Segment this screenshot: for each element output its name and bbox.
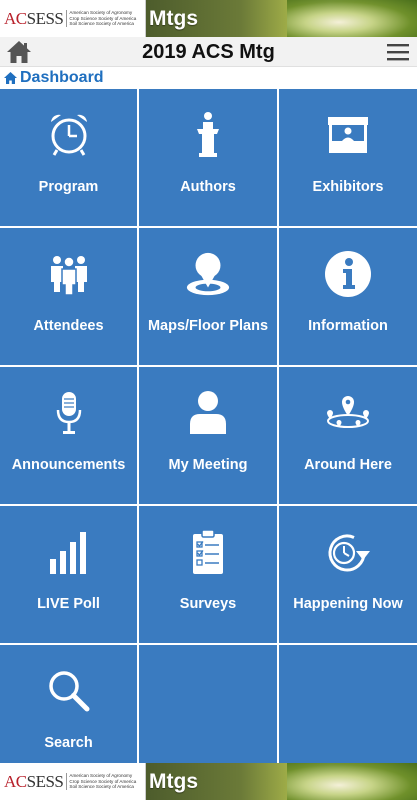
home-icon bbox=[4, 72, 17, 84]
tile-label: Around Here bbox=[304, 457, 392, 473]
app-header: 2019 ACS Mtg bbox=[0, 37, 417, 67]
empty-tile bbox=[279, 645, 417, 782]
tile-around-here[interactable]: Around Here bbox=[279, 367, 417, 504]
acsess-logo: ACSESS American Society of Agronomy Crop… bbox=[0, 0, 146, 37]
acsess-logo: ACSESS American Society of Agronomy Crop… bbox=[0, 763, 146, 800]
tile-label: Information bbox=[308, 318, 388, 334]
logo-word-rest: SESS bbox=[26, 9, 64, 28]
podium-speaker-icon bbox=[197, 112, 219, 157]
logo-line: Soil Science Society of America bbox=[69, 21, 134, 27]
tile-label: My Meeting bbox=[168, 457, 248, 473]
tile-search[interactable]: Search bbox=[0, 645, 137, 782]
dashboard-grid: Program Authors Exhibitors Attendees Map… bbox=[0, 89, 417, 782]
logo-society-list: American Society of Agronomy Crop Scienc… bbox=[66, 10, 136, 27]
tile-label: Exhibitors bbox=[312, 179, 384, 195]
tile-program[interactable]: Program bbox=[0, 89, 137, 226]
tile-authors[interactable]: Authors bbox=[139, 89, 277, 226]
breadcrumb[interactable]: Dashboard bbox=[0, 67, 417, 89]
map-pin-icon bbox=[186, 252, 230, 296]
tile-information[interactable]: Information bbox=[279, 228, 417, 365]
banner-title-area: Mtgs bbox=[146, 0, 417, 37]
tile-label: Attendees bbox=[33, 318, 104, 334]
tile-happening-now[interactable]: Happening Now bbox=[279, 506, 417, 643]
tile-maps-floor-plans[interactable]: Maps/Floor Plans bbox=[139, 228, 277, 365]
bottom-banner: ACSESS American Society of Agronomy Crop… bbox=[0, 763, 417, 800]
logo-line: Soil Science Society of America bbox=[69, 784, 134, 790]
banner-title-area: Mtgs bbox=[146, 763, 417, 800]
search-icon bbox=[48, 671, 89, 712]
group-people-icon bbox=[50, 256, 87, 296]
nearby-location-icon bbox=[327, 396, 369, 428]
tile-label: Program bbox=[38, 179, 99, 195]
logo-society-list: American Society of Agronomy Crop Scienc… bbox=[66, 773, 136, 790]
microphone-icon bbox=[56, 392, 81, 434]
logo-word-rest: SESS bbox=[26, 772, 64, 791]
tile-live-poll[interactable]: LIVE Poll bbox=[0, 506, 137, 643]
page-title: 2019 ACS Mtg bbox=[142, 41, 275, 63]
tile-label: LIVE Poll bbox=[37, 596, 100, 612]
booth-icon bbox=[328, 117, 368, 153]
logo-word-red: AC bbox=[4, 772, 27, 791]
empty-tile bbox=[139, 645, 277, 782]
bar-chart-icon bbox=[49, 532, 86, 574]
menu-button[interactable] bbox=[387, 42, 409, 62]
clock-refresh-icon bbox=[328, 534, 370, 572]
tile-announcements[interactable]: Announcements bbox=[0, 367, 137, 504]
hamburger-menu-icon bbox=[387, 44, 409, 61]
tile-attendees[interactable]: Attendees bbox=[0, 228, 137, 365]
logo-line: American Society of Agronomy bbox=[69, 773, 133, 779]
alarm-clock-icon bbox=[50, 114, 87, 156]
logo-line: Crop Science Society of America bbox=[69, 778, 137, 784]
tile-label: Happening Now bbox=[293, 596, 403, 612]
logo-word-red: AC bbox=[4, 9, 27, 28]
tile-label: Maps/Floor Plans bbox=[147, 318, 269, 334]
info-icon bbox=[325, 251, 371, 297]
banner-title: Mtgs bbox=[149, 7, 198, 30]
tile-label: Authors bbox=[180, 179, 236, 195]
clipboard-checklist-icon bbox=[193, 529, 223, 574]
tile-my-meeting[interactable]: My Meeting bbox=[139, 367, 277, 504]
tile-label: Announcements bbox=[11, 457, 126, 473]
breadcrumb-label: Dashboard bbox=[20, 69, 104, 86]
tile-exhibitors[interactable]: Exhibitors bbox=[279, 89, 417, 226]
tile-label: Surveys bbox=[179, 596, 237, 612]
logo-line: Crop Science Society of America bbox=[69, 15, 137, 21]
banner-title: Mtgs bbox=[149, 770, 198, 793]
logo-line: American Society of Agronomy bbox=[69, 10, 133, 16]
tile-label: Search bbox=[44, 735, 93, 751]
person-icon bbox=[190, 391, 226, 434]
top-banner: ACSESS American Society of Agronomy Crop… bbox=[0, 0, 417, 37]
tile-surveys[interactable]: Surveys bbox=[139, 506, 277, 643]
